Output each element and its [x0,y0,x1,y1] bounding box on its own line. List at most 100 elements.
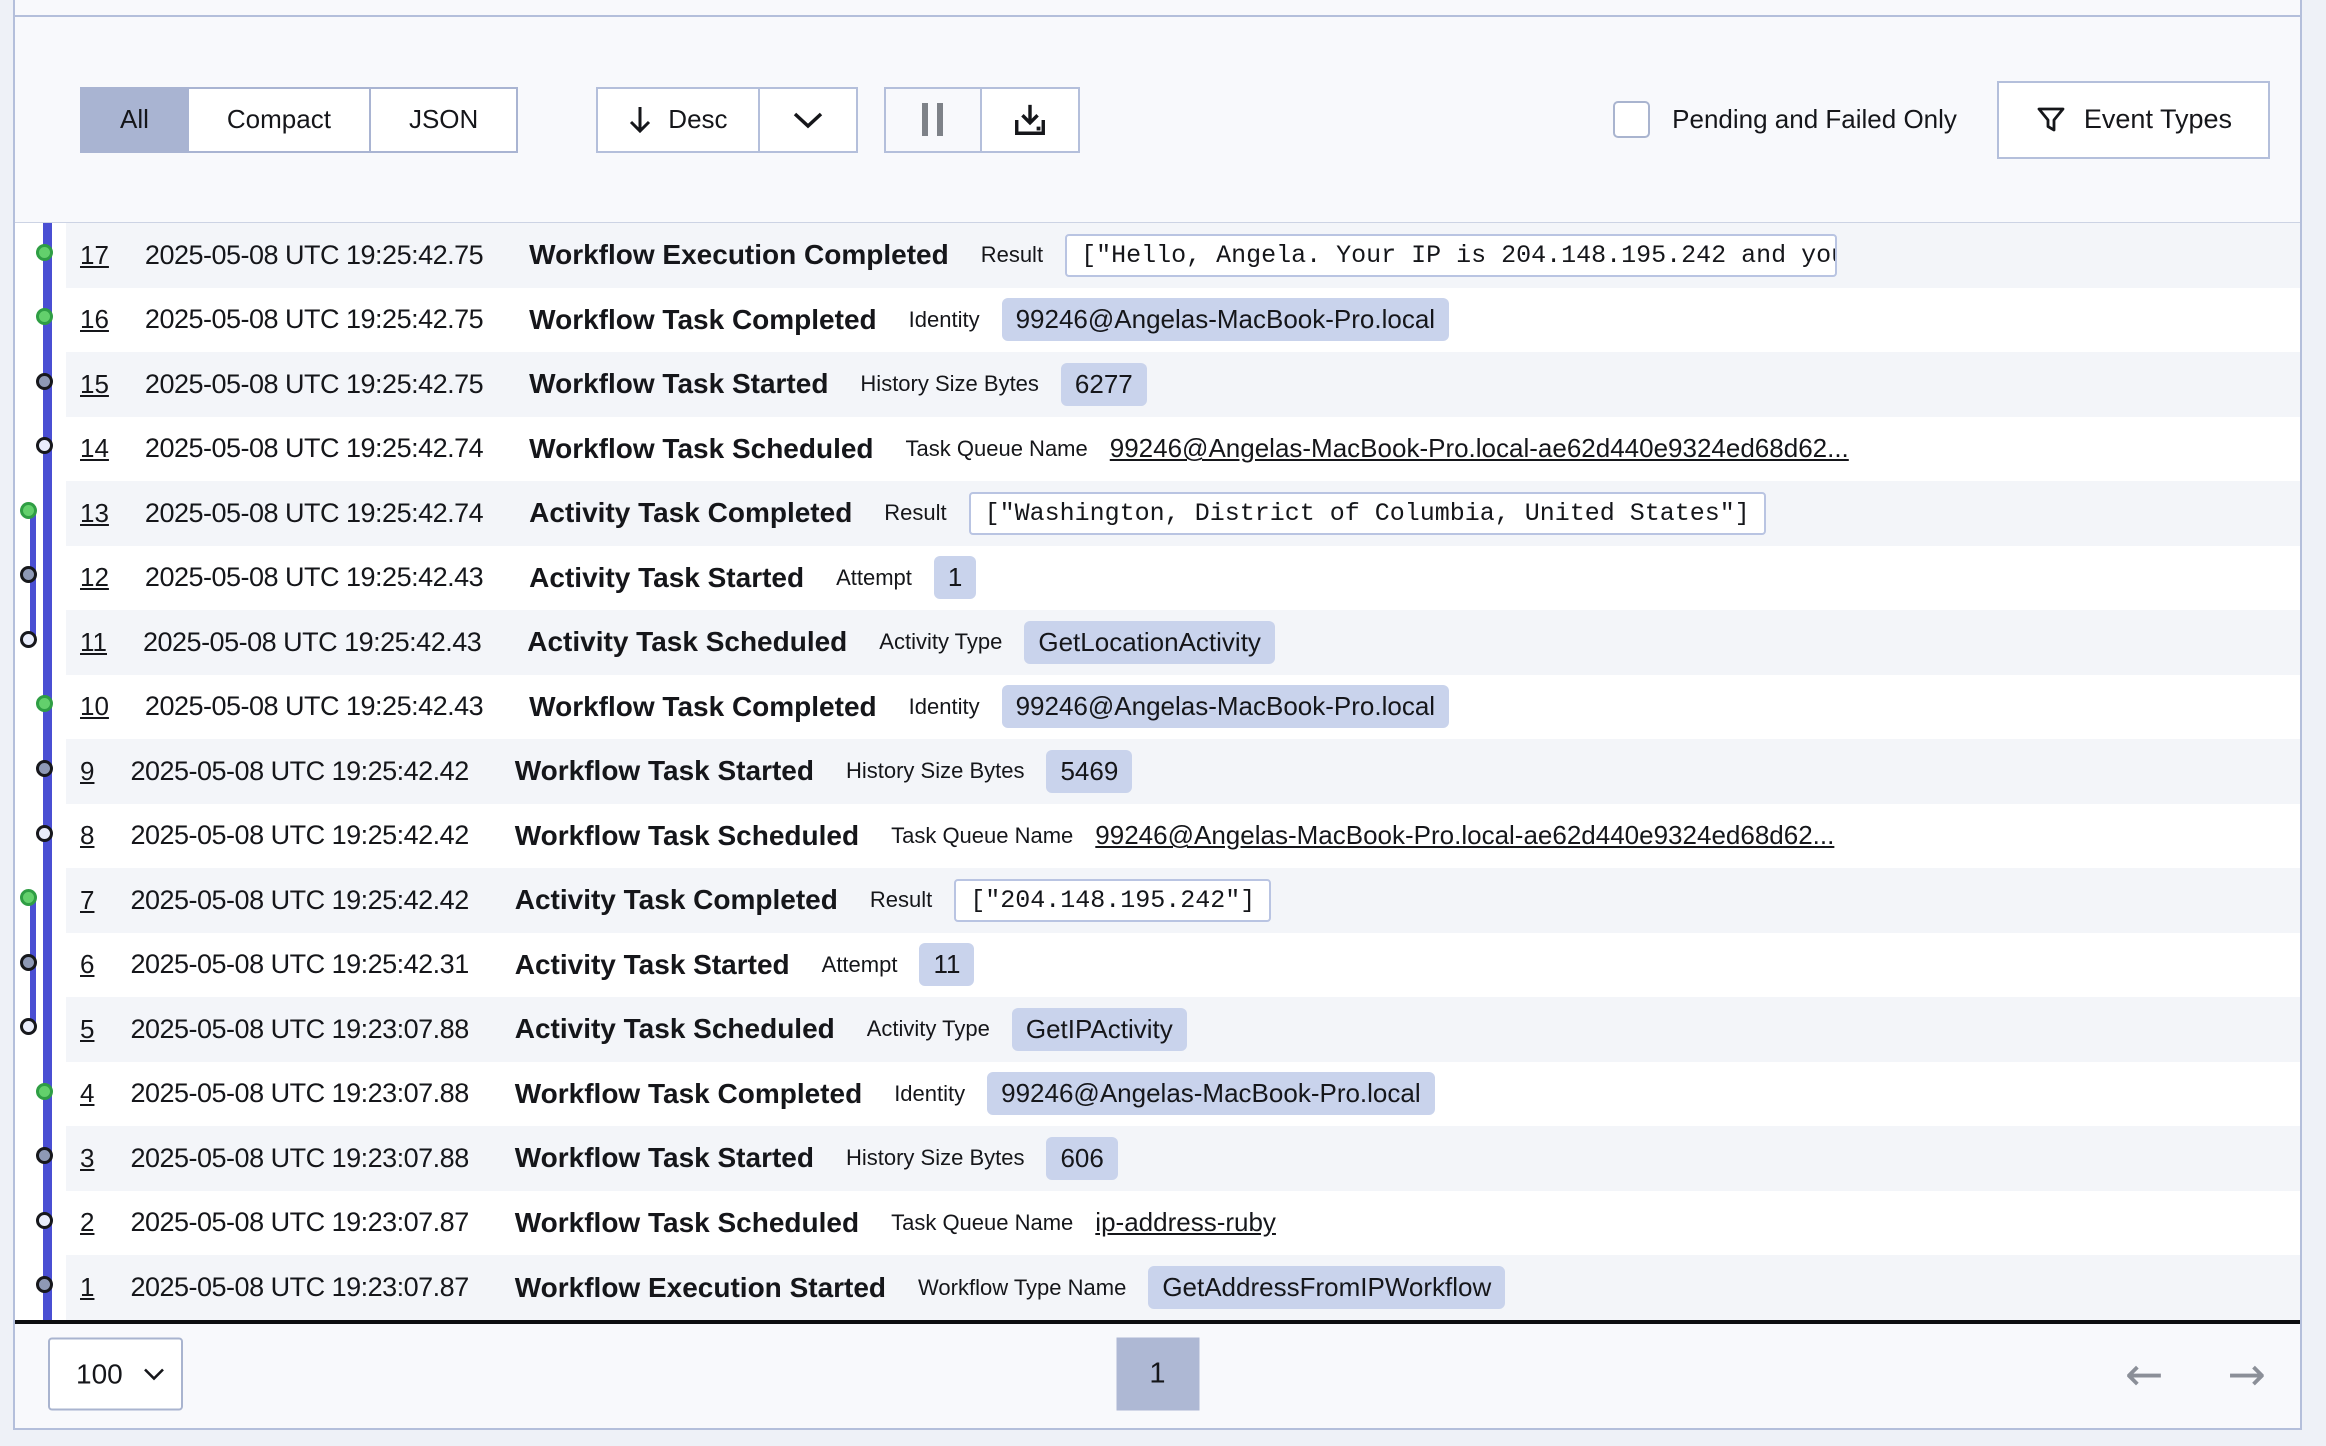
event-timestamp: 2025-05-08 UTC 19:23:07.88 [130,1143,468,1174]
event-row[interactable]: 15 2025-05-08 UTC 19:25:42.75 Workflow T… [15,352,2300,417]
pagination-arrows: ← → [2125,1351,2266,1397]
event-row[interactable]: 8 2025-05-08 UTC 19:25:42.42 Workflow Ta… [15,804,2300,869]
event-timestamp: 2025-05-08 UTC 19:25:42.43 [143,627,481,658]
event-attribute-label: History Size Bytes [846,758,1025,784]
event-row[interactable]: 3 2025-05-08 UTC 19:23:07.88 Workflow Ta… [15,1126,2300,1191]
event-id-link[interactable]: 11 [80,627,107,658]
sort-options-dropdown-button[interactable] [758,89,856,151]
event-row[interactable]: 14 2025-05-08 UTC 19:25:42.74 Workflow T… [15,417,2300,482]
event-row[interactable]: 5 2025-05-08 UTC 19:23:07.88 Activity Ta… [15,997,2300,1062]
event-attribute: Activity Type GetLocationActivity [879,621,1275,664]
event-id-link[interactable]: 13 [80,498,109,529]
view-tab-compact[interactable]: Compact [187,89,369,151]
event-row[interactable]: 10 2025-05-08 UTC 19:25:42.43 Workflow T… [15,675,2300,740]
event-dot-scheduled [36,825,53,842]
event-attribute-label: Attempt [836,565,912,591]
event-attribute: Result ["Hello, Angela. Your IP is 204.1… [981,234,1837,277]
event-row[interactable]: 2 2025-05-08 UTC 19:23:07.87 Workflow Ta… [15,1191,2300,1256]
event-name: Workflow Task Completed [529,691,876,723]
event-timestamp: 2025-05-08 UTC 19:25:42.75 [145,304,483,335]
event-row[interactable]: 16 2025-05-08 UTC 19:25:42.75 Workflow T… [15,288,2300,353]
event-id-link[interactable]: 12 [80,562,109,593]
event-id-link[interactable]: 7 [80,885,94,916]
event-row[interactable]: 1 2025-05-08 UTC 19:23:07.87 Workflow Ex… [15,1255,2300,1320]
event-id-link[interactable]: 2 [80,1207,94,1238]
event-history-panel: AllCompactJSON Desc [13,0,2302,1430]
event-name: Workflow Task Started [515,1142,814,1174]
event-row[interactable]: 6 2025-05-08 UTC 19:25:42.31 Activity Ta… [15,933,2300,998]
funnel-icon [2035,104,2067,136]
pending-failed-checkbox[interactable] [1613,101,1650,138]
event-name: Workflow Execution Started [515,1272,886,1304]
event-attribute-value: ["Hello, Angela. Your IP is 204.148.195.… [1065,234,1837,277]
pause-icon [922,103,928,136]
event-dot-completed [36,1083,53,1100]
task-queue-link[interactable]: ip-address-ruby [1095,1207,1276,1238]
event-timestamp: 2025-05-08 UTC 19:25:42.42 [130,756,468,787]
event-attribute-label: Result [870,887,932,913]
event-attribute-value: 11 [919,943,974,986]
event-name: Activity Task Started [529,562,804,594]
event-row[interactable]: 17 2025-05-08 UTC 19:25:42.75 Workflow E… [15,223,2300,288]
event-attribute: Result ["204.148.195.242"] [870,879,1271,922]
event-dot-started [36,373,53,390]
toolbar-right-group: Pending and Failed Only Event Types [1613,81,2270,159]
event-history-table: 17 2025-05-08 UTC 19:25:42.75 Workflow E… [15,223,2300,1320]
task-queue-link[interactable]: 99246@Angelas-MacBook-Pro.local-ae62d440… [1110,433,1849,464]
event-timestamp: 2025-05-08 UTC 19:25:42.74 [145,498,483,529]
download-button[interactable] [980,89,1078,151]
event-id-link[interactable]: 3 [80,1143,94,1174]
event-id-link[interactable]: 1 [80,1272,94,1303]
event-row[interactable]: 9 2025-05-08 UTC 19:25:42.42 Workflow Ta… [15,739,2300,804]
page-size-select[interactable]: 100 [48,1338,183,1411]
sort-desc-label: Desc [668,104,727,135]
pause-button[interactable] [886,89,980,151]
event-dot-completed [20,889,37,906]
event-attribute: History Size Bytes 606 [846,1137,1118,1180]
event-id-link[interactable]: 16 [80,304,109,335]
event-row[interactable]: 7 2025-05-08 UTC 19:25:42.42 Activity Ta… [15,868,2300,933]
event-row[interactable]: 12 2025-05-08 UTC 19:25:42.43 Activity T… [15,546,2300,611]
event-name: Workflow Task Scheduled [515,820,859,852]
view-tab-all[interactable]: All [82,89,187,151]
event-id-link[interactable]: 4 [80,1078,94,1109]
pending-failed-filter: Pending and Failed Only [1613,101,1957,138]
event-attribute-label: History Size Bytes [846,1145,1025,1171]
current-page-button[interactable]: 1 [1116,1338,1199,1411]
arrow-left-icon[interactable]: ← [2125,1351,2164,1397]
event-attribute: Attempt 1 [836,556,976,599]
sort-desc-button[interactable]: Desc [598,89,757,151]
arrow-right-icon[interactable]: → [2227,1351,2266,1397]
event-attribute-label: Identity [909,694,980,720]
event-id-link[interactable]: 17 [80,240,109,271]
event-row[interactable]: 11 2025-05-08 UTC 19:25:42.43 Activity T… [15,610,2300,675]
event-id-link[interactable]: 5 [80,1014,94,1045]
event-id-link[interactable]: 9 [80,756,94,787]
event-timestamp: 2025-05-08 UTC 19:23:07.88 [130,1014,468,1045]
view-tab-json[interactable]: JSON [369,89,516,151]
event-id-link[interactable]: 15 [80,369,109,400]
event-id-link[interactable]: 14 [80,433,109,464]
event-row[interactable]: 13 2025-05-08 UTC 19:25:42.74 Activity T… [15,481,2300,546]
event-attribute: Result ["Washington, District of Columbi… [884,492,1765,535]
event-attribute-label: Identity [909,307,980,333]
event-attribute-value: 606 [1046,1137,1117,1180]
event-name: Workflow Task Completed [515,1078,862,1110]
event-row[interactable]: 4 2025-05-08 UTC 19:23:07.88 Workflow Ta… [15,1062,2300,1127]
event-types-button[interactable]: Event Types [1997,81,2270,159]
event-dot-scheduled [20,631,37,648]
task-queue-link[interactable]: 99246@Angelas-MacBook-Pro.local-ae62d440… [1095,820,1834,851]
event-id-link[interactable]: 6 [80,949,94,980]
event-id-link[interactable]: 10 [80,691,109,722]
arrow-down-icon [628,104,652,136]
event-timestamp: 2025-05-08 UTC 19:25:42.31 [130,949,468,980]
event-attribute-label: History Size Bytes [860,371,1039,397]
event-id-link[interactable]: 8 [80,820,94,851]
event-timestamp: 2025-05-08 UTC 19:25:42.43 [145,691,483,722]
event-attribute-label: Activity Type [867,1016,990,1042]
event-timestamp: 2025-05-08 UTC 19:25:42.42 [130,820,468,851]
event-name: Activity Task Scheduled [515,1013,835,1045]
event-name: Workflow Task Scheduled [515,1207,859,1239]
pause-icon [937,103,943,136]
event-attribute-value: 99246@Angelas-MacBook-Pro.local [1002,298,1450,341]
